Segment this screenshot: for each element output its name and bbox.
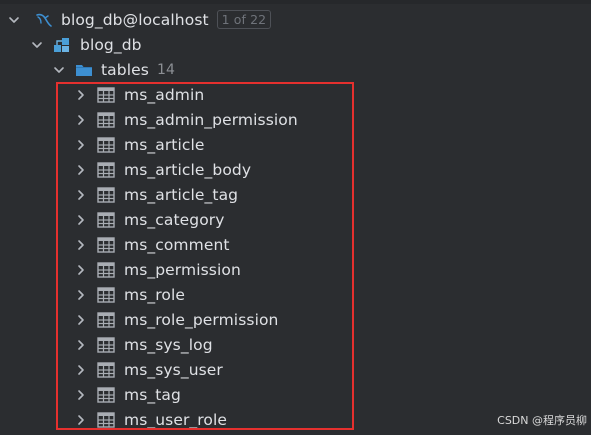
table-name: ms_permission bbox=[124, 260, 241, 279]
chevron-right-icon[interactable] bbox=[74, 413, 88, 427]
table-row[interactable]: ms_admin_permission bbox=[0, 107, 591, 132]
panel-top-border bbox=[0, 0, 591, 4]
table-row[interactable]: ms_role_permission bbox=[0, 307, 591, 332]
datasource-schema-count-badge: 1 of 22 bbox=[216, 10, 272, 29]
table-icon bbox=[97, 136, 115, 153]
table-icon bbox=[97, 86, 115, 103]
table-name: ms_admin_permission bbox=[124, 110, 298, 129]
chevron-down-icon[interactable] bbox=[7, 13, 21, 27]
mysql-dolphin-icon bbox=[35, 11, 53, 29]
chevron-down-icon[interactable] bbox=[30, 38, 44, 52]
table-icon bbox=[97, 186, 115, 203]
chevron-right-icon[interactable] bbox=[74, 138, 88, 152]
table-name: ms_role_permission bbox=[124, 310, 279, 329]
chevron-right-icon[interactable] bbox=[74, 88, 88, 102]
table-name: ms_user_role bbox=[124, 410, 228, 429]
tree-row-datasource[interactable]: blog_db@localhost 1 of 22 bbox=[0, 7, 591, 32]
chevron-right-icon[interactable] bbox=[74, 338, 88, 352]
chevron-right-icon[interactable] bbox=[74, 288, 88, 302]
table-row[interactable]: ms_category bbox=[0, 207, 591, 232]
table-name: ms_sys_user bbox=[124, 360, 223, 379]
chevron-down-icon[interactable] bbox=[52, 63, 66, 77]
table-icon bbox=[97, 211, 115, 228]
chevron-right-icon[interactable] bbox=[74, 388, 88, 402]
database-explorer-tree: blog_db@localhost 1 of 22 blog_db tables… bbox=[0, 0, 591, 435]
chevron-right-icon[interactable] bbox=[74, 238, 88, 252]
table-name: ms_article_body bbox=[124, 160, 252, 179]
chevron-right-icon[interactable] bbox=[74, 113, 88, 127]
table-icon bbox=[97, 311, 115, 328]
table-row[interactable]: ms_permission bbox=[0, 257, 591, 282]
table-icon bbox=[97, 111, 115, 128]
table-icon bbox=[97, 286, 115, 303]
table-icon bbox=[97, 386, 115, 403]
table-icon bbox=[97, 411, 115, 428]
table-name: ms_tag bbox=[124, 385, 181, 404]
table-icon bbox=[97, 361, 115, 378]
table-row[interactable]: ms_sys_user bbox=[0, 357, 591, 382]
table-row[interactable]: ms_role bbox=[0, 282, 591, 307]
table-icon bbox=[97, 261, 115, 278]
schema-name: blog_db bbox=[80, 35, 142, 54]
folder-item-count: 14 bbox=[156, 61, 175, 78]
datasource-name: blog_db@localhost bbox=[61, 10, 209, 29]
tree-row-tables-folder[interactable]: tables 14 bbox=[0, 57, 591, 82]
table-row[interactable]: ms_comment bbox=[0, 232, 591, 257]
table-row[interactable]: ms_admin bbox=[0, 82, 591, 107]
table-name: ms_sys_log bbox=[124, 335, 213, 354]
chevron-right-icon[interactable] bbox=[74, 163, 88, 177]
table-row[interactable]: ms_sys_log bbox=[0, 332, 591, 357]
chevron-right-icon[interactable] bbox=[74, 263, 88, 277]
tree-row-schema[interactable]: blog_db bbox=[0, 32, 591, 57]
table-icon bbox=[97, 236, 115, 253]
table-name: ms_comment bbox=[124, 235, 230, 254]
table-name: ms_admin bbox=[124, 85, 205, 104]
table-row[interactable]: ms_tag bbox=[0, 382, 591, 407]
table-row[interactable]: ms_article bbox=[0, 132, 591, 157]
table-name: ms_article bbox=[124, 135, 205, 154]
folder-icon bbox=[75, 62, 93, 78]
schema-icon bbox=[53, 36, 71, 54]
watermark: CSDN @程序员柳 bbox=[497, 414, 587, 427]
chevron-right-icon[interactable] bbox=[74, 363, 88, 377]
table-name: ms_category bbox=[124, 210, 225, 229]
folder-name: tables bbox=[101, 60, 149, 79]
chevron-right-icon[interactable] bbox=[74, 213, 88, 227]
table-icon bbox=[97, 161, 115, 178]
table-name: ms_role bbox=[124, 285, 185, 304]
table-row[interactable]: ms_article_tag bbox=[0, 182, 591, 207]
table-row[interactable]: ms_article_body bbox=[0, 157, 591, 182]
table-name: ms_article_tag bbox=[124, 185, 239, 204]
table-icon bbox=[97, 336, 115, 353]
chevron-right-icon[interactable] bbox=[74, 188, 88, 202]
chevron-right-icon[interactable] bbox=[74, 313, 88, 327]
